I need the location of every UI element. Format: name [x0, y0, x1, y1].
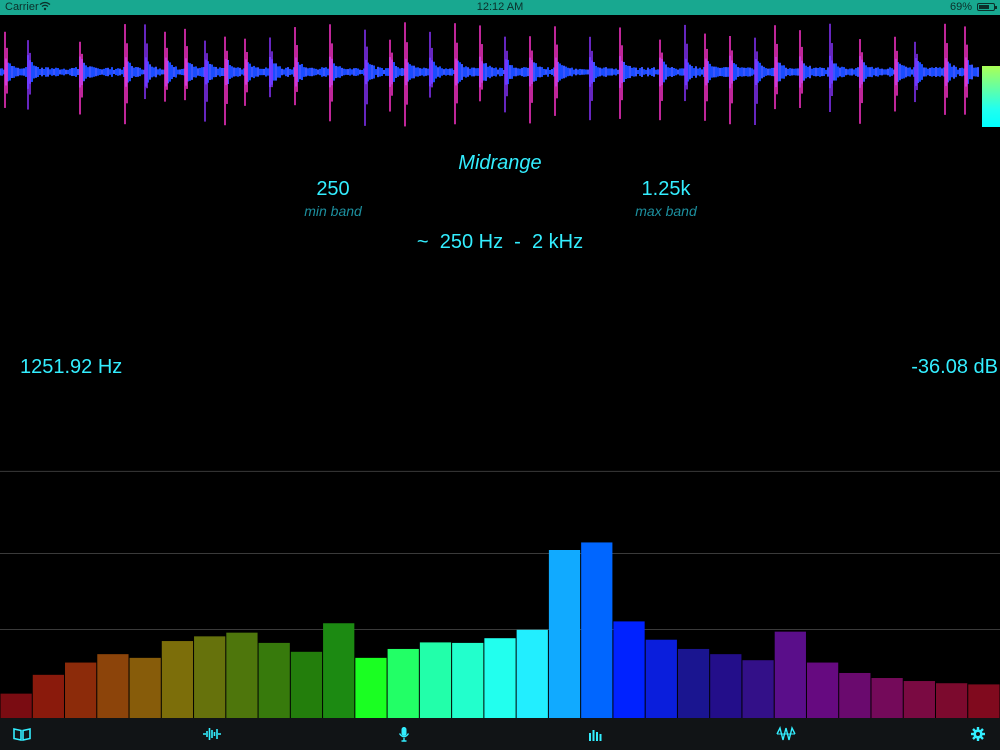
- spectrum-bar: [323, 623, 355, 718]
- waveform-display[interactable]: [0, 18, 980, 130]
- spectrum-bar: [32, 674, 65, 718]
- frequency-readout: 1251.92 Hz: [20, 356, 123, 378]
- spectrum-bar: [774, 631, 806, 718]
- spectrum-bar: [548, 550, 581, 718]
- battery-percentage: 69%: [949, 1, 972, 13]
- min-band-caption: min band: [304, 203, 362, 219]
- spectrum-bar: [387, 648, 419, 718]
- battery-icon: [977, 3, 997, 11]
- spectrum-chart[interactable]: [0, 460, 1000, 718]
- spectrum-bar: [710, 654, 742, 718]
- waveform-icon[interactable]: [202, 725, 222, 743]
- spectrum-bar: [613, 621, 645, 718]
- status-bar: Carrier 12:12 AM 69%: [0, 0, 1000, 15]
- spectrum-bar: [290, 651, 323, 718]
- spectrum-bar: [97, 654, 129, 718]
- spectrum-bar: [65, 662, 97, 718]
- spectrum-bar: [935, 683, 968, 718]
- spectrum-bar: [839, 672, 871, 718]
- min-band-value[interactable]: 250: [253, 178, 413, 201]
- spectrum-bar: [258, 642, 290, 718]
- spectrum-bar: [516, 629, 548, 718]
- microphone-icon[interactable]: [394, 725, 414, 743]
- spectrum-bar: [194, 636, 226, 718]
- oscilloscope-icon[interactable]: [776, 725, 796, 743]
- spectrum-bar: [581, 542, 613, 718]
- max-band-value[interactable]: 1.25k: [586, 178, 746, 201]
- spectrum-bar: [645, 639, 677, 718]
- spectrum-icon[interactable]: [586, 725, 606, 743]
- spectrum-bar: [161, 641, 194, 718]
- spectrum-bar: [419, 642, 452, 718]
- spectrum-bar: [355, 657, 387, 718]
- gear-icon[interactable]: [968, 725, 988, 743]
- clock: 12:12 AM: [476, 1, 524, 13]
- spectrum-bar: [806, 662, 839, 718]
- spectrum-bar: [484, 638, 516, 718]
- level-readout: -36.08 dB: [911, 356, 998, 378]
- spectrum-bar: [903, 681, 935, 718]
- band-range: ~ 250 Hz - 2 kHz: [416, 231, 584, 253]
- spectrum-bar: [968, 684, 1000, 718]
- spectrum-bar: [226, 632, 258, 718]
- waveform-trace: [0, 22, 979, 127]
- spectrum-bar: [129, 657, 161, 718]
- max-band-caption: max band: [635, 203, 697, 219]
- level-meter: [982, 66, 1000, 127]
- band-name[interactable]: Midrange: [0, 152, 1000, 175]
- app-screen: Carrier 12:12 AM 69% Midrange 250 min ba…: [0, 0, 1000, 750]
- spectrum-bar: [742, 660, 774, 718]
- spectrum-bar: [0, 693, 32, 718]
- bottom-toolbar: [0, 718, 1000, 750]
- spectrum-bar: [452, 642, 484, 718]
- spectrum-bar: [871, 678, 903, 718]
- spectrum-bar: [677, 648, 710, 718]
- book-icon[interactable]: [12, 725, 32, 743]
